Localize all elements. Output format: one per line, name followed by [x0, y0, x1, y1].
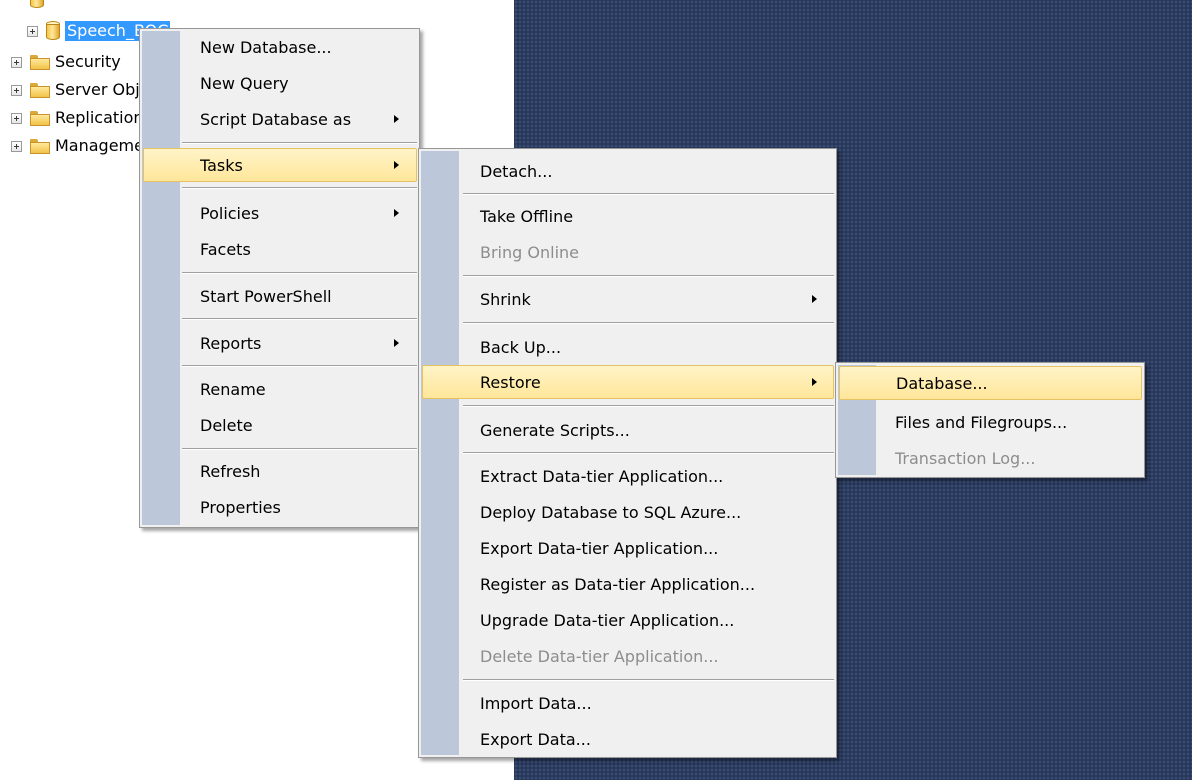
menu-item-register-as-data-tier-application[interactable]: Register as Data-tier Application... [421, 567, 834, 601]
menu-item-deploy-database-to-sql-azure[interactable]: Deploy Database to SQL Azure... [421, 495, 834, 529]
menu-item-rename[interactable]: Rename [142, 372, 417, 406]
tree-item-management[interactable]: Management [11, 133, 160, 159]
menu-item-generate-scripts[interactable]: Generate Scripts... [421, 413, 834, 447]
menu-item-import-data[interactable]: Import Data... [421, 686, 834, 720]
folder-icon [30, 54, 50, 70]
menu-item-delete-data-tier-application: Delete Data-tier Application... [480, 646, 719, 666]
menu-item-restore[interactable]: Restore [422, 365, 834, 399]
tree-item-replication[interactable]: Replication [11, 105, 144, 131]
menu-item-detach[interactable]: Detach... [421, 154, 834, 188]
menu-item-transaction-log: Transaction Log... [895, 448, 1036, 468]
menu-separator [182, 448, 417, 450]
menu-separator [463, 452, 834, 454]
expand-icon[interactable] [11, 56, 22, 68]
submenu-arrow-icon [394, 209, 399, 217]
menu-item-script-database-as[interactable]: Script Database as [142, 102, 417, 136]
submenu-arrow-icon [394, 339, 399, 347]
menu-separator [463, 679, 834, 681]
menu-separator [182, 187, 417, 189]
expand-icon[interactable] [11, 140, 22, 152]
folder-icon [30, 82, 50, 98]
menu-item-policies[interactable]: Policies [142, 196, 417, 230]
menu-separator [182, 318, 417, 320]
folder-icon [30, 138, 50, 154]
menu-item-refresh[interactable]: Refresh [142, 454, 417, 488]
menu-item-upgrade-data-tier-application[interactable]: Upgrade Data-tier Application... [421, 603, 834, 637]
menu-separator [463, 275, 834, 277]
menu-item-back-up[interactable]: Back Up... [421, 330, 834, 364]
menu-item-reports[interactable]: Reports [142, 326, 417, 360]
folder-icon [30, 110, 50, 126]
tasks-submenu: Detach... Take Offline Bring Online Shri… [418, 148, 837, 758]
database-context-menu: New Database... New Query Script Databas… [139, 28, 420, 528]
submenu-arrow-icon [812, 295, 817, 303]
expand-icon[interactable] [11, 84, 22, 96]
expand-icon[interactable] [11, 112, 22, 124]
menu-item-bring-online: Bring Online [480, 242, 579, 262]
menu-separator [463, 193, 834, 195]
database-icon [30, 0, 44, 9]
menu-item-new-database[interactable]: New Database... [142, 30, 417, 64]
tree-item-label: Security [55, 52, 121, 71]
menu-item-delete[interactable]: Delete [142, 408, 417, 442]
menu-item-export-data-tier-application[interactable]: Export Data-tier Application... [421, 531, 834, 565]
menu-separator [182, 272, 417, 274]
menu-item-files-and-filegroups[interactable]: Files and Filegroups... [838, 405, 1142, 439]
tree-item-label: Replication [55, 108, 144, 127]
menu-item-new-query[interactable]: New Query [142, 66, 417, 100]
menu-item-export-data[interactable]: Export Data... [421, 722, 834, 756]
tree-item-partial [30, 0, 49, 12]
menu-separator [463, 322, 834, 324]
menu-item-start-powershell[interactable]: Start PowerShell [142, 279, 417, 313]
menu-item-tasks[interactable]: Tasks [143, 148, 417, 182]
submenu-arrow-icon [394, 115, 399, 123]
menu-separator [182, 142, 417, 144]
menu-item-properties[interactable]: Properties [142, 490, 417, 524]
menu-item-take-offline[interactable]: Take Offline [421, 199, 834, 233]
menu-item-facets[interactable]: Facets [142, 232, 417, 266]
menu-item-shrink[interactable]: Shrink [421, 282, 834, 316]
submenu-arrow-icon [394, 161, 399, 169]
menu-item-restore-database[interactable]: Database... [839, 366, 1142, 400]
menu-separator [182, 365, 417, 367]
menu-item-extract-data-tier-application[interactable]: Extract Data-tier Application... [421, 459, 834, 493]
menu-separator [463, 405, 834, 407]
submenu-arrow-icon [812, 378, 817, 386]
database-icon [46, 21, 60, 41]
expand-icon[interactable] [27, 25, 38, 37]
tree-item-security[interactable]: Security [11, 49, 121, 75]
restore-submenu: Database... Files and Filegroups... Tran… [835, 362, 1145, 478]
